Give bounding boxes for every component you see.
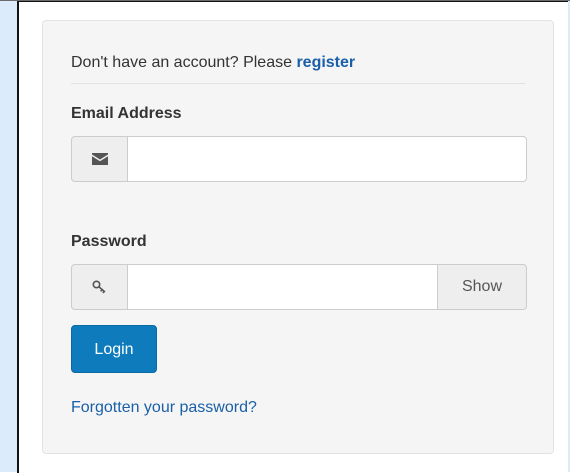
register-prompt: Don't have an account? Please register (71, 54, 355, 72)
key-icon (71, 264, 127, 310)
password-input-group: Show (71, 264, 527, 310)
email-field[interactable] (127, 136, 527, 182)
register-prompt-text: Don't have an account? Please (71, 54, 297, 71)
password-field[interactable] (127, 264, 438, 310)
show-password-button[interactable]: Show (438, 264, 527, 310)
divider (71, 83, 525, 84)
login-panel: Don't have an account? Please register E… (42, 20, 554, 454)
register-link[interactable]: register (296, 54, 355, 71)
page-background: Don't have an account? Please register E… (0, 0, 570, 473)
email-label: Email Address (71, 105, 182, 122)
forgot-password-link[interactable]: Forgotten your password? (71, 399, 257, 417)
password-label: Password (71, 233, 147, 250)
envelope-icon (71, 136, 127, 182)
content-sheet: Don't have an account? Please register E… (17, 1, 568, 473)
email-input-group (71, 136, 527, 182)
login-button[interactable]: Login (71, 325, 157, 373)
